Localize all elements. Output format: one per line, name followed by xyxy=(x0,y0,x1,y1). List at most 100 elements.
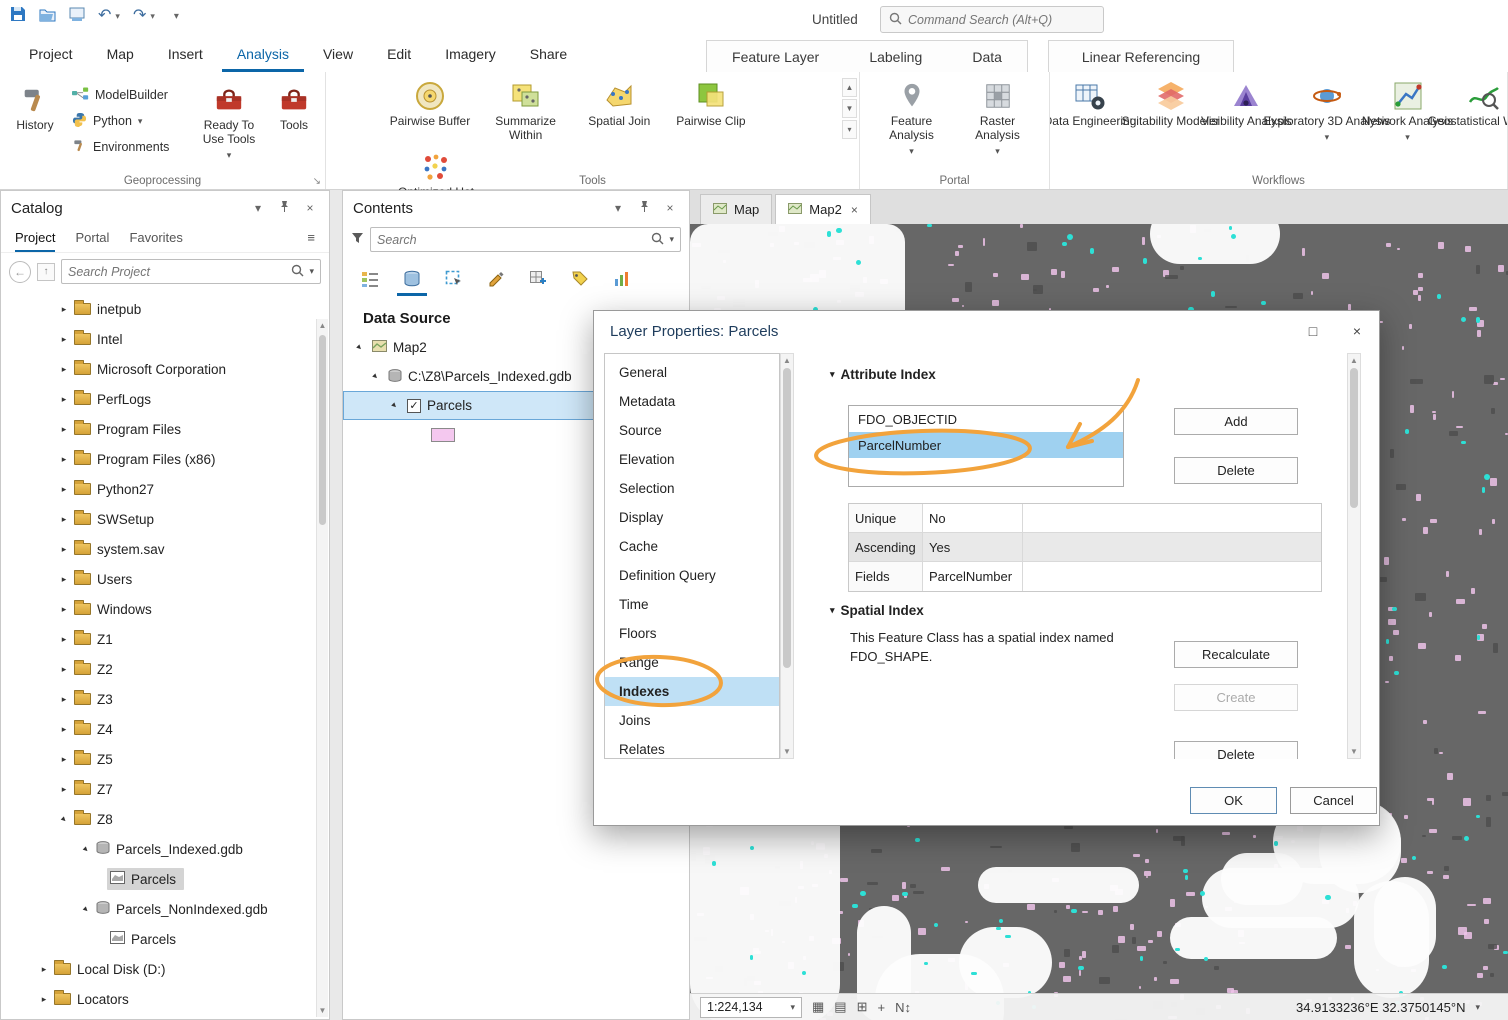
expand-icon[interactable]: ▸ xyxy=(57,454,71,465)
tab-view[interactable]: View xyxy=(308,38,368,72)
geostatistical-wizard-button[interactable]: Geostatistical Wizard xyxy=(1428,72,1507,129)
tree-item[interactable]: ▸ Z1 xyxy=(1,624,329,654)
scroll-up-icon[interactable]: ▲ xyxy=(317,321,328,330)
tree-item[interactable]: ▸ Locators xyxy=(1,984,329,1014)
tree-item[interactable]: ▸ Local Disk (D:) xyxy=(1,954,329,984)
tree-item[interactable]: ▸ Program Files (x86) xyxy=(1,444,329,474)
nav-item-general[interactable]: General xyxy=(605,358,779,387)
save-project-icon[interactable] xyxy=(69,7,85,26)
nav-item-indexes[interactable]: Indexes xyxy=(605,677,779,706)
tree-item[interactable]: ▸ Z4 xyxy=(1,714,329,744)
tree-item[interactable]: Parcels xyxy=(1,864,329,894)
tab-labeling[interactable]: Labeling xyxy=(859,49,932,65)
nav-item-metadata[interactable]: Metadata xyxy=(605,387,779,416)
undo-button[interactable]: ↶ xyxy=(98,8,111,24)
list-by-editing-icon[interactable] xyxy=(479,264,513,294)
expand-icon[interactable]: ▸ xyxy=(57,424,71,435)
expand-icon[interactable]: ▸ xyxy=(57,544,71,555)
index-item-fdo-objectid[interactable]: FDO_OBJECTID xyxy=(849,406,1123,432)
layer-visibility-checkbox[interactable]: ✓ xyxy=(407,398,421,413)
tree-item[interactable]: ▸ Python27 xyxy=(1,474,329,504)
list-by-selection-icon[interactable] xyxy=(437,264,471,294)
catalog-search-input[interactable] xyxy=(68,264,287,279)
dialog-content-scrollbar[interactable]: ▲ ▼ xyxy=(1347,353,1361,759)
network-analysis-button[interactable]: Network Analysis ▾ xyxy=(1362,72,1453,142)
list-by-charts-icon[interactable] xyxy=(605,264,639,294)
nav-item-floors[interactable]: Floors xyxy=(605,619,779,648)
dialog-nav-scrollbar[interactable]: ▲ ▼ xyxy=(780,353,794,759)
scrollbar-thumb[interactable] xyxy=(319,335,326,525)
tab-project[interactable]: Project xyxy=(14,38,88,72)
list-by-labeling-icon[interactable] xyxy=(563,264,597,294)
tab-insert[interactable]: Insert xyxy=(153,38,218,72)
redo-dropdown-icon[interactable]: ▾ xyxy=(150,11,155,22)
expand-icon[interactable]: ▸ xyxy=(57,334,71,345)
coordinates-dropdown-icon[interactable]: ▾ xyxy=(1475,1002,1480,1013)
north-compass-icon[interactable]: N↕ xyxy=(895,1000,911,1015)
snapping-toggle-icon[interactable]: ⊞ xyxy=(857,999,868,1015)
dialog-launcher-icon[interactable]: ↘ xyxy=(313,176,321,187)
expand-icon[interactable]: ▸ xyxy=(37,964,51,975)
tab-feature-layer[interactable]: Feature Layer xyxy=(722,49,829,65)
tab-map[interactable]: Map xyxy=(92,38,149,72)
scroll-up-icon[interactable]: ▲ xyxy=(781,356,793,365)
exploratory-3d-analysis-button[interactable]: Exploratory 3D Analysis ▾ xyxy=(1264,72,1390,142)
view-tab-map[interactable]: Map xyxy=(700,194,773,224)
index-item-parcelnumber[interactable]: ParcelNumber xyxy=(849,432,1123,458)
catalog-menu-icon[interactable]: ≡ xyxy=(307,230,315,252)
modelbuilder-button[interactable]: ModelBuilder xyxy=(70,82,192,108)
scroll-down-icon[interactable]: ▼ xyxy=(781,747,793,756)
scroll-up-icon[interactable]: ▲ xyxy=(1348,356,1360,365)
tree-item[interactable]: ▸ system.sav xyxy=(1,534,329,564)
tree-item[interactable]: ▸ Windows xyxy=(1,594,329,624)
expand-icon[interactable]: ▸ xyxy=(57,754,71,765)
scrollbar-thumb[interactable] xyxy=(1350,368,1358,508)
spatial-index-section-header[interactable]: ▾ Spatial Index xyxy=(830,603,924,618)
pane-options-icon[interactable]: ▾ xyxy=(249,201,267,215)
collapse-icon[interactable]: ▸ xyxy=(351,339,368,356)
nav-item-range[interactable]: Range xyxy=(605,648,779,677)
tools-button[interactable]: Tools xyxy=(268,76,320,133)
tree-item[interactable]: ▸ Parcels_NonIndexed.gdb xyxy=(1,894,329,924)
cancel-button[interactable]: Cancel xyxy=(1290,787,1377,814)
scale-dropdown-icon[interactable]: ▾ xyxy=(790,1002,795,1013)
nav-item-time[interactable]: Time xyxy=(605,590,779,619)
open-project-icon[interactable] xyxy=(39,7,56,26)
nav-item-selection[interactable]: Selection xyxy=(605,474,779,503)
gallery-scroll-down-icon[interactable]: ▼ xyxy=(842,99,857,118)
recalculate-button[interactable]: Recalculate xyxy=(1174,641,1298,668)
command-search[interactable] xyxy=(880,6,1104,33)
collapse-section-icon[interactable]: ▾ xyxy=(830,369,835,380)
search-dropdown-icon[interactable]: ▾ xyxy=(669,234,674,245)
search-dropdown-icon[interactable]: ▾ xyxy=(309,266,314,277)
dialog-titlebar[interactable]: Layer Properties: Parcels □ × xyxy=(594,311,1379,351)
select-features-icon[interactable]: ▦ xyxy=(812,999,824,1015)
expand-icon[interactable]: ▸ xyxy=(57,364,71,375)
expand-icon[interactable]: ▸ xyxy=(37,994,51,1005)
tab-edit[interactable]: Edit xyxy=(372,38,426,72)
expand-icon[interactable]: ▸ xyxy=(57,694,71,705)
redo-button[interactable]: ↷ xyxy=(133,8,146,24)
tree-item[interactable]: ▸ Intel xyxy=(1,324,329,354)
tree-item[interactable]: ▸ Z2 xyxy=(1,654,329,684)
tree-item[interactable]: ▸ inetpub xyxy=(1,294,329,324)
tree-item[interactable]: ▸ Z7 xyxy=(1,774,329,804)
scroll-down-icon[interactable]: ▼ xyxy=(317,1006,328,1015)
pin-icon[interactable] xyxy=(635,200,653,216)
attribute-table-icon[interactable]: ▤ xyxy=(834,999,846,1015)
command-search-input[interactable] xyxy=(908,12,1095,27)
customize-quick-access-icon[interactable]: ▾ xyxy=(174,11,179,22)
tree-item[interactable]: ▸ SWSetup xyxy=(1,504,329,534)
ready-to-use-tools-button[interactable]: Ready To Use Tools ▾ xyxy=(196,76,262,160)
tree-item[interactable]: ▸ Program Files xyxy=(1,414,329,444)
catalog-search-box[interactable]: ▾ xyxy=(61,259,321,284)
tree-item[interactable]: ▸ Z3 xyxy=(1,684,329,714)
expand-icon[interactable]: ▸ xyxy=(57,784,71,795)
tab-analysis[interactable]: Analysis xyxy=(221,38,304,72)
history-button[interactable]: History xyxy=(6,76,64,133)
catalog-tab-project[interactable]: Project xyxy=(15,230,56,252)
expand-icon[interactable]: ▸ xyxy=(57,664,71,675)
expand-icon[interactable]: ▸ xyxy=(57,634,71,645)
pairwise-clip-button[interactable]: Pairwise Clip xyxy=(667,72,755,129)
contents-search-box[interactable]: ▾ xyxy=(370,227,681,252)
